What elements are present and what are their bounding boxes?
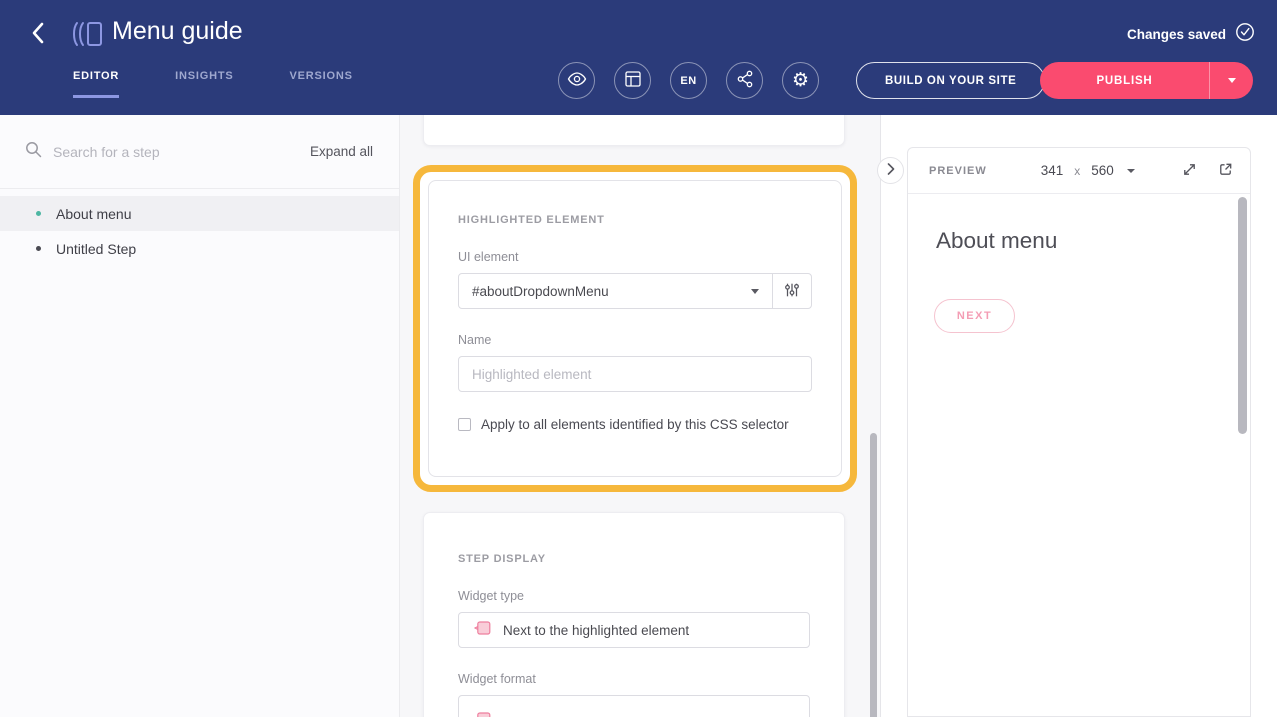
preview-dimensions-select[interactable]: 341 x 560 [1041, 163, 1135, 178]
preview-eye-button[interactable] [558, 62, 595, 99]
guide-type-icon [70, 18, 104, 55]
chevron-down-icon [1127, 169, 1135, 173]
layout-button[interactable] [614, 62, 651, 99]
editor-scrollbar[interactable] [870, 433, 877, 717]
section-title: STEP DISPLAY [458, 553, 810, 565]
step-list: About menu Untitled Step [0, 189, 399, 266]
element-settings-button[interactable] [772, 273, 812, 309]
check-circle-icon [1235, 22, 1255, 47]
widget-type-value: Next to the highlighted element [503, 623, 796, 638]
expand-preview-button[interactable] [1181, 161, 1198, 181]
gear-icon: ⚙ [792, 71, 809, 90]
collapse-preview-button[interactable] [877, 157, 904, 184]
back-button[interactable] [24, 20, 52, 48]
element-name-input[interactable] [458, 356, 812, 392]
highlighted-element-card: HIGHLIGHTED ELEMENT UI element #aboutDro… [428, 180, 842, 477]
preview-step-title: About menu [936, 228, 1057, 254]
eye-icon [567, 72, 587, 89]
expand-all-link[interactable]: Expand all [310, 144, 373, 159]
checkbox-unchecked[interactable] [458, 418, 471, 431]
widget-format-label: Widget format [458, 672, 810, 686]
locale-badge: EN [680, 75, 696, 87]
publish-button[interactable]: PUBLISH [1040, 62, 1209, 99]
previous-settings-card [423, 115, 845, 146]
share-icon [737, 70, 753, 91]
chevron-down-icon [1228, 78, 1236, 83]
section-title: HIGHLIGHTED ELEMENT [458, 214, 812, 226]
widget-type-select[interactable]: Next to the highlighted element [458, 612, 810, 648]
page-title: Menu guide [112, 17, 243, 46]
sliders-icon [783, 281, 801, 302]
step-status-dot [36, 246, 41, 251]
apply-all-label: Apply to all elements identified by this… [481, 417, 789, 432]
header-actions: EN ⚙ BUILD ON YOUR SITE [558, 62, 1045, 99]
chevron-right-icon [887, 163, 895, 178]
preview-body: About menu NEXT [908, 194, 1250, 717]
publish-button-group: PUBLISH [1040, 62, 1253, 99]
step-item-about-menu[interactable]: About menu [0, 196, 399, 231]
apply-all-checkbox-row[interactable]: Apply to all elements identified by this… [458, 417, 812, 432]
publish-dropdown-button[interactable] [1209, 62, 1253, 99]
preview-title: PREVIEW [929, 165, 987, 177]
layout-icon [625, 71, 641, 90]
preview-next-button[interactable]: NEXT [934, 299, 1015, 333]
ui-element-label: UI element [458, 250, 812, 264]
step-label: About menu [56, 206, 132, 222]
ui-element-value: #aboutDropdownMenu [472, 284, 751, 299]
tab-versions[interactable]: VERSIONS [290, 70, 353, 98]
dimension-separator: x [1074, 164, 1080, 178]
preview-panel: PREVIEW 341 x 560 [907, 147, 1251, 717]
widget-type-label: Widget type [458, 589, 810, 603]
step-label: Untitled Step [56, 241, 136, 257]
search-icon [25, 141, 42, 163]
preview-header-icons [1181, 161, 1234, 181]
header: Menu guide Changes saved EDITOR INSIGHTS… [0, 0, 1277, 115]
save-status: Changes saved [1127, 22, 1255, 47]
preview-scrollbar[interactable] [1238, 197, 1247, 434]
widget-format-select[interactable] [458, 695, 810, 717]
language-button[interactable]: EN [670, 62, 707, 99]
step-status-dot [36, 211, 41, 216]
preview-header: PREVIEW 341 x 560 [908, 148, 1250, 194]
header-tabs: EDITOR INSIGHTS VERSIONS [73, 70, 353, 98]
preview-height-value: 560 [1091, 163, 1114, 178]
name-label: Name [458, 333, 812, 347]
steps-sidebar: Expand all About menu Untitled Step [0, 115, 400, 717]
tab-insights[interactable]: INSIGHTS [175, 70, 233, 98]
tooltip-widget-icon [472, 706, 492, 717]
editor-settings-panel: HIGHLIGHTED ELEMENT UI element #aboutDro… [400, 115, 881, 717]
ui-element-row: #aboutDropdownMenu [458, 273, 812, 309]
save-status-text: Changes saved [1127, 27, 1226, 42]
build-on-your-site-button[interactable]: BUILD ON YOUR SITE [856, 62, 1045, 99]
chevron-down-icon [751, 289, 759, 294]
preview-width-value: 341 [1041, 163, 1064, 178]
open-external-button[interactable] [1217, 161, 1234, 181]
search-input[interactable] [53, 144, 310, 160]
chevron-left-icon [30, 21, 46, 48]
app-window: Menu guide Changes saved EDITOR INSIGHTS… [0, 0, 1277, 717]
ui-element-select[interactable]: #aboutDropdownMenu [458, 273, 773, 309]
highlighted-element-frame: HIGHLIGHTED ELEMENT UI element #aboutDro… [413, 165, 857, 492]
settings-button[interactable]: ⚙ [782, 62, 819, 99]
external-link-icon [1217, 161, 1234, 181]
share-button[interactable] [726, 62, 763, 99]
step-search-row: Expand all [0, 115, 399, 189]
tab-editor[interactable]: EDITOR [73, 70, 119, 98]
step-item-untitled-step[interactable]: Untitled Step [0, 231, 399, 266]
expand-diagonal-icon [1181, 161, 1198, 181]
step-display-card: STEP DISPLAY Widget type Next to the hig… [423, 512, 845, 717]
tooltip-widget-icon [472, 618, 492, 643]
